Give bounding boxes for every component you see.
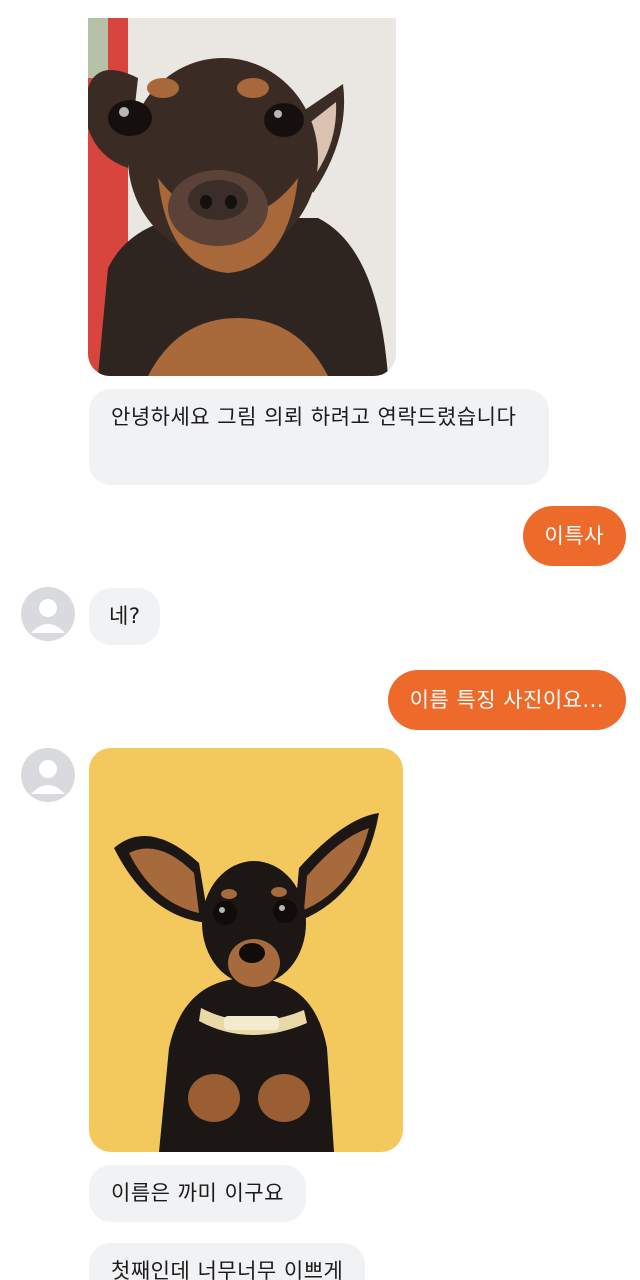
incoming-message-ne[interactable]: 네? — [89, 588, 161, 645]
default-user-icon — [31, 599, 65, 633]
outgoing-message-request[interactable]: 이름 특징 사진이요... — [387, 670, 626, 730]
message-text: 이름은 까미 이구요 — [111, 1181, 284, 1205]
sender-avatar[interactable] — [21, 587, 75, 641]
dog-closeup-image — [88, 18, 396, 376]
sender-avatar[interactable] — [21, 748, 75, 802]
incoming-message-name[interactable]: 이름은 까미 이구요 — [89, 1165, 306, 1222]
dog-yellow-image — [89, 748, 403, 1152]
message-text: 이름 특징 사진이요... — [409, 688, 604, 712]
message-text: 네? — [109, 604, 141, 628]
dog-photo-closeup[interactable] — [88, 18, 396, 376]
chat-thread: 안녕하세요 그림 의뢰 하려고 연락드렸습니다 이특사 네? 이름 특징 사진이… — [0, 0, 640, 1280]
default-user-icon — [31, 760, 65, 794]
incoming-message-greeting[interactable]: 안녕하세요 그림 의뢰 하려고 연락드렸습니다 — [89, 389, 549, 485]
dog-photo-yellow-background[interactable] — [89, 748, 403, 1152]
message-text: 이특사 — [544, 524, 604, 548]
incoming-message-first[interactable]: 첫째인데 너무너무 이쁘게 — [89, 1243, 366, 1280]
message-text: 안녕하세요 그림 의뢰 하려고 연락드렸습니다 — [111, 405, 517, 429]
message-text: 첫째인데 너무너무 이쁘게 — [111, 1259, 344, 1280]
outgoing-message-iteuksa[interactable]: 이특사 — [522, 506, 626, 566]
